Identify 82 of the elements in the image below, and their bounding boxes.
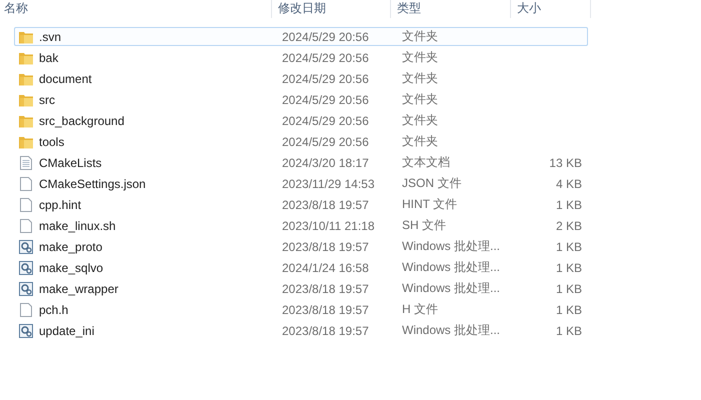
modified-date: 2024/5/29 20:56 [282, 30, 370, 44]
file-type: JSON 文件 [402, 175, 462, 192]
file-name: update_ini [39, 324, 94, 338]
file-row[interactable]: make_wrapper 2023/8/18 19:57 Windows 批处理... 1 KB [14, 279, 588, 298]
file-name: make_sqlvo [39, 260, 104, 274]
gear-window-icon [18, 238, 34, 254]
file-type: 文件夹 [402, 49, 439, 66]
gear-window-icon [18, 280, 34, 296]
gear-window-icon [18, 260, 34, 276]
modified-date: 2023/8/18 19:57 [282, 198, 370, 212]
file-size: 1 KB [554, 240, 582, 254]
modified-date: 2024/3/20 18:17 [282, 156, 370, 170]
file-type: 文件夹 [402, 28, 439, 45]
file-size: 1 KB [554, 260, 582, 274]
gear-window-icon [18, 322, 34, 338]
file-icon [18, 302, 34, 318]
file-size: 1 KB [554, 282, 582, 296]
file-size: 13 KB [548, 156, 582, 170]
file-row[interactable]: cpp.hint 2023/8/18 19:57 HINT 文件 1 KB [14, 195, 588, 214]
file-type: 文件夹 [402, 91, 439, 108]
file-type: H 文件 [402, 301, 439, 318]
file-size: 1 KB [554, 302, 582, 316]
file-row[interactable]: make_proto 2023/8/18 19:57 Windows 批处理... 1 KB [14, 237, 588, 256]
file-row[interactable]: .svn 2024/5/29 20:56 文件夹 [14, 27, 588, 46]
file-row[interactable]: src 2024/5/29 20:56 文件夹 [14, 90, 588, 109]
file-name: tools [39, 134, 64, 148]
file-size: 1 KB [554, 198, 582, 212]
modified-date: 2023/8/18 19:57 [282, 282, 370, 296]
file-name: .svn [39, 30, 62, 44]
file-row[interactable]: CMakeLists 2024/3/20 18:17 文本文档 13 KB [14, 153, 588, 172]
file-size: 1 KB [554, 324, 582, 338]
file-icon [18, 218, 34, 234]
file-name: src_background [39, 114, 124, 128]
file-row[interactable]: pch.h 2023/8/18 19:57 H 文件 1 KB [14, 300, 588, 319]
modified-date: 2024/5/29 20:56 [282, 92, 370, 106]
file-row[interactable]: src_background 2024/5/29 20:56 文件夹 [14, 111, 588, 130]
file-row[interactable]: document 2024/5/29 20:56 文件夹 [14, 69, 588, 88]
file-name: CMakeLists [39, 156, 102, 170]
modified-date: 2023/11/29 14:53 [282, 176, 376, 190]
file-type: 文件夹 [402, 70, 439, 87]
file-type: Windows 批处理... [402, 238, 502, 255]
file-name: pch.h [39, 302, 68, 316]
column-header[interactable]: 大小 [511, 0, 591, 18]
file-type: HINT 文件 [402, 196, 458, 213]
file-row[interactable]: CMakeSettings.json 2023/11/29 14:53 JSON 文件 4 KB [14, 174, 588, 193]
file-type: Windows 批处理... [402, 259, 502, 276]
text-document-icon [18, 154, 34, 170]
file-name: document [39, 72, 92, 86]
file-name: make_wrapper [39, 282, 118, 296]
file-name: src [39, 92, 55, 106]
column-header[interactable]: 修改日期 [272, 0, 391, 18]
file-type: 文件夹 [402, 133, 439, 150]
modified-date: 2023/8/18 19:57 [282, 302, 370, 316]
column-header[interactable]: 名称 [0, 0, 272, 18]
file-name: CMakeSettings.json [39, 176, 146, 190]
modified-date: 2023/8/18 19:57 [282, 324, 370, 338]
file-name: make_proto [39, 240, 102, 254]
modified-date: 2024/5/29 20:56 [282, 114, 370, 128]
file-size: 4 KB [554, 176, 582, 190]
modified-date: 2024/5/29 20:56 [282, 50, 370, 64]
modified-date: 2024/5/29 20:56 [282, 72, 370, 86]
file-type: 文本文档 [402, 154, 451, 171]
column-header[interactable]: 类型 [391, 0, 511, 18]
file-type: Windows 批处理... [402, 322, 502, 339]
modified-date: 2024/1/24 16:58 [282, 260, 370, 274]
modified-date: 2024/5/29 20:56 [282, 134, 370, 148]
file-name: cpp.hint [39, 198, 82, 212]
file-row[interactable]: make_sqlvo 2024/1/24 16:58 Windows 批处理... 1 KB [14, 258, 588, 277]
file-row[interactable]: make_linux.sh 2023/10/11 21:18 SH 文件 2 KB [14, 216, 588, 235]
file-row[interactable]: bak 2024/5/29 20:56 文件夹 [14, 48, 588, 67]
file-row[interactable]: update_ini 2023/8/18 19:57 Windows 批处理... 1 KB [14, 321, 588, 340]
modified-date: 2023/10/11 21:18 [282, 218, 376, 232]
file-icon [18, 196, 34, 212]
file-type: SH 文件 [402, 217, 448, 234]
modified-date: 2023/8/18 19:57 [282, 240, 370, 254]
file-row[interactable]: tools 2024/5/29 20:56 文件夹 [14, 132, 588, 151]
file-name: bak [39, 50, 58, 64]
file-size: 2 KB [554, 218, 582, 232]
file-type: 文件夹 [402, 112, 439, 129]
file-icon [18, 176, 34, 192]
file-type: Windows 批处理... [402, 280, 502, 297]
file-name: make_linux.sh [39, 218, 116, 232]
